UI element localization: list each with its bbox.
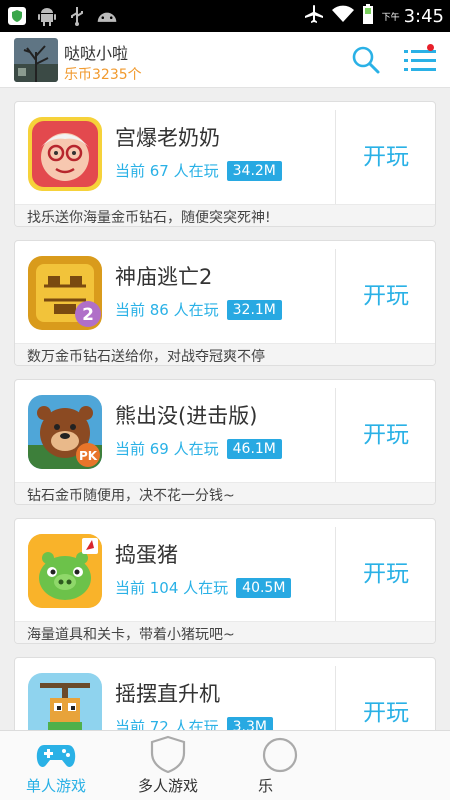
game-description: 找乐送你海量金币钻石，随便突突死神! — [15, 204, 435, 226]
game-card-bad-piggies[interactable]: 捣蛋猪 当前 104 人在玩 40.5M 开玩 海量道具和关卡，带着小猪玩吧~ — [14, 518, 436, 644]
play-button[interactable]: 开玩 — [336, 658, 435, 730]
svg-text:2: 2 — [82, 305, 94, 325]
tab-label: 乐 — [258, 777, 274, 795]
menu-button[interactable] — [402, 44, 438, 76]
tab-multiplayer[interactable]: 多人游戏 — [112, 731, 224, 800]
player-count: 当前 72 人在玩 — [115, 718, 219, 730]
game-card-temple-run[interactable]: 2 神庙逃亡2 当前 86 人在玩 32.1M 开玩 数万金币钻石送给你，对战夺… — [14, 240, 436, 366]
battery-icon — [362, 4, 374, 29]
game-description: 数万金币钻石送给你，对战夺冠爽不停 — [15, 343, 435, 365]
android-icon — [36, 5, 58, 27]
ampm-label: 下午 — [381, 13, 400, 23]
player-count: 当前 69 人在玩 — [115, 440, 219, 458]
game-icon-temple-run[interactable]: 2 — [28, 256, 102, 330]
player-count: 当前 86 人在玩 — [115, 301, 219, 319]
gamepad-icon — [36, 735, 76, 773]
play-button[interactable]: 开玩 — [336, 380, 435, 484]
game-title: 神庙逃亡2 — [115, 265, 213, 289]
search-button[interactable] — [350, 44, 382, 76]
usb-icon — [66, 5, 88, 27]
player-count: 当前 67 人在玩 — [115, 162, 219, 180]
username: 哒哒小啦 — [64, 44, 129, 63]
game-title: 摇摆直升机 — [115, 682, 220, 706]
coin-balance: 乐币3235个 — [64, 67, 142, 83]
tab-label: 多人游戏 — [137, 777, 198, 795]
game-description: 钻石金币随便用，决不花一分钱~ — [15, 482, 435, 504]
game-card-swing-copters[interactable]: 摇摆直升机 当前 72 人在玩 3.3M 开玩 — [14, 657, 436, 730]
wifi-icon — [331, 5, 354, 28]
tab-label: 单人游戏 — [25, 777, 86, 795]
android-head-icon — [96, 5, 118, 27]
game-icon-boonie-bears[interactable]: PK — [28, 395, 102, 469]
game-title: 熊出没(进击版) — [115, 404, 258, 428]
notification-icons — [6, 5, 118, 27]
tab-single-player[interactable]: 单人游戏 — [0, 731, 112, 800]
size-badge: 32.1M — [226, 299, 282, 320]
game-card-boonie-bears[interactable]: PK 熊出没(进击版) 当前 69 人在玩 46.1M 开玩 钻石金币随便用，决… — [14, 379, 436, 505]
game-icon-granny[interactable] — [28, 117, 102, 191]
size-badge: 46.1M — [226, 438, 282, 459]
size-badge: 3.3M — [226, 716, 273, 730]
game-title: 宫爆老奶奶 — [115, 126, 220, 150]
player-count: 当前 104 人在玩 — [115, 579, 229, 597]
svg-text:PK: PK — [79, 449, 98, 463]
size-badge: 40.5M — [236, 577, 292, 598]
bottom-nav: 单人游戏 多人游戏 乐 — [0, 730, 450, 800]
notification-dot — [427, 44, 434, 51]
game-list[interactable]: 宫爆老奶奶 当前 67 人在玩 34.2M 开玩 找乐送你海量金币钻石，随便突突… — [0, 88, 450, 730]
game-title: 捣蛋猪 — [115, 543, 178, 567]
clock: 3:45 — [403, 6, 444, 27]
game-icon-bad-piggies[interactable] — [28, 534, 102, 608]
shield-icon — [6, 5, 28, 27]
airplane-icon — [304, 4, 324, 29]
play-button[interactable]: 开玩 — [336, 241, 435, 345]
play-button[interactable]: 开玩 — [336, 519, 435, 623]
play-button[interactable]: 开玩 — [336, 102, 435, 206]
game-icon-swing-copters[interactable] — [28, 673, 102, 730]
game-description: 海量道具和关卡，带着小猪玩吧~ — [15, 621, 435, 643]
search-icon — [352, 46, 380, 74]
tab-third[interactable]: 乐 — [224, 731, 336, 800]
app-header: 哒哒小啦 乐币3235个 — [0, 32, 450, 88]
size-badge: 34.2M — [226, 160, 282, 181]
shield-icon — [148, 735, 188, 774]
game-card-granny[interactable]: 宫爆老奶奶 当前 67 人在玩 34.2M 开玩 找乐送你海量金币钻石，随便突突… — [14, 101, 436, 227]
system-icons: 下午 3:45 — [304, 4, 444, 29]
avatar[interactable] — [14, 38, 58, 82]
status-bar: 下午 3:45 — [0, 0, 450, 32]
circle-icon — [260, 735, 300, 773]
